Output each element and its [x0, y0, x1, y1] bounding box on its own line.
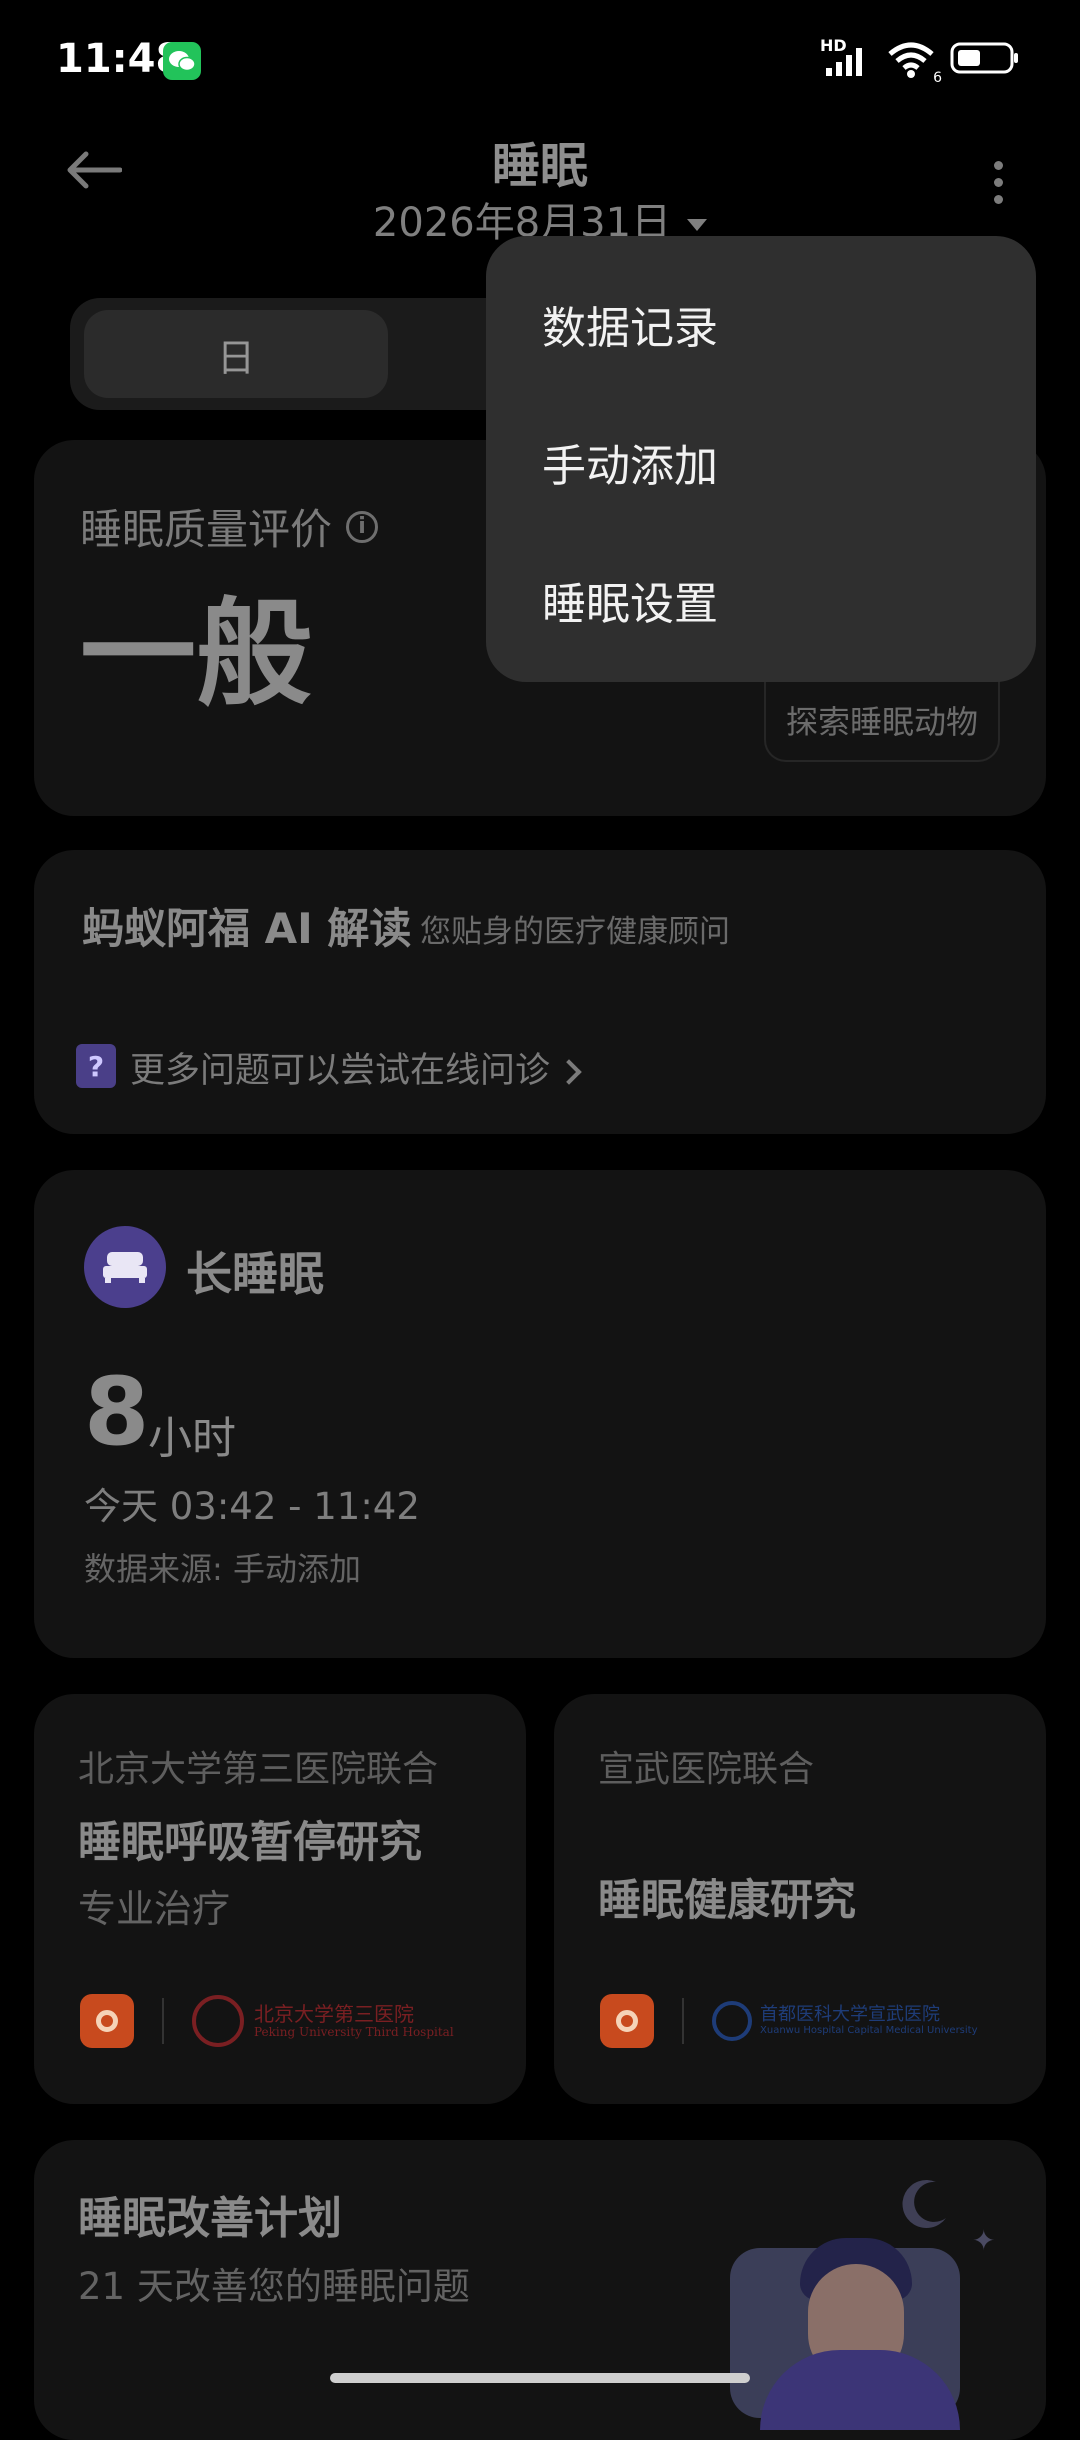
home-indicator[interactable] [330, 2373, 750, 2383]
info-icon[interactable]: i [346, 510, 379, 543]
hospital-seal-icon [192, 1995, 244, 2047]
health-study-logos: 首都医科大学宣武医院 Xuanwu Hospital Capital Medic… [600, 1994, 978, 2048]
health-study-title: 睡眠健康研究 [598, 1876, 856, 1926]
online-consult-label: 更多问题可以尝试在线问诊 [130, 1051, 551, 1091]
ai-subtitle: 您贴身的医疗健康顾问 [420, 914, 730, 950]
ai-title: 蚂蚁阿福 AI 解读 [82, 904, 412, 953]
sleep-quality-label: 睡眠质量评价 [80, 505, 333, 554]
wechat-notification-icon [163, 42, 201, 80]
sleep-hours-value: 8 [84, 1358, 150, 1467]
question-icon: ? [76, 1044, 116, 1088]
sparkle-icon: ✦ [972, 2224, 996, 2257]
page-title: 睡眠 [491, 138, 588, 194]
wifi-sub-label: 6 [933, 70, 942, 86]
xuanwu-logo-cn: 首都医科大学宣武医院 [760, 2004, 940, 2025]
apnea-study-institution: 北京大学第三医院联合 [78, 1749, 439, 1790]
more-dot-icon [993, 194, 1003, 204]
menu-item-sleep-settings[interactable]: 睡眠设置 [542, 568, 718, 632]
status-icons: HD 6 [820, 36, 1020, 86]
pku-logo-cn: 北京大学第三医院 [254, 2002, 414, 2026]
hospital-seal-icon [712, 2001, 752, 2041]
tab-day[interactable]: 日 [84, 310, 388, 398]
health-research-app-logo [80, 1994, 134, 2048]
apnea-study-title: 睡眠呼吸暂停研究 [78, 1818, 422, 1868]
moon-icon [896, 2176, 952, 2236]
logo-divider [682, 1998, 684, 2044]
sleep-hours-unit: 小时 [148, 1413, 236, 1464]
apnea-study-subtitle: 专业治疗 [78, 1887, 231, 1931]
peking-university-third-hospital-logo: 北京大学第三医院 Peking University Third Hospita… [192, 1995, 454, 2047]
health-research-app-logo [600, 1994, 654, 2048]
wifi-icon: 6 [886, 40, 942, 86]
sleep-plan-title: 睡眠改善计划 [78, 2193, 342, 2244]
pku-logo-en: Peking University Third Hospital [254, 2025, 454, 2039]
apnea-study-logos: 北京大学第三医院 Peking University Third Hospita… [80, 1994, 454, 2048]
online-consult-link[interactable]: 更多问题可以尝试在线问诊 [130, 1042, 582, 1093]
sleep-quality-label-row: 睡眠质量评价 i [80, 496, 379, 557]
menu-item-manual-add[interactable]: 手动添加 [542, 430, 718, 494]
more-options-button[interactable] [976, 160, 1020, 204]
long-sleep-title: 长睡眠 [186, 1247, 324, 1301]
xuanwu-logo-en: Xuanwu Hospital Capital Medical Universi… [760, 2025, 978, 2036]
logo-divider [162, 1998, 164, 2044]
explore-sleep-animal-button[interactable]: 探索睡眠动物 [764, 680, 1000, 762]
battery-icon [950, 41, 1020, 79]
data-source: 数据来源: 手动添加 [84, 1550, 361, 1588]
chevron-right-icon [556, 1059, 582, 1085]
menu-item-data-records[interactable]: 数据记录 [542, 292, 718, 356]
sleep-time-range: 今天 03:42 - 11:42 [84, 1485, 420, 1528]
sleep-quality-value: 一般 [80, 587, 312, 722]
bed-icon [84, 1226, 166, 1308]
more-dot-icon [993, 177, 1003, 187]
more-dot-icon [993, 160, 1003, 170]
caret-down-icon [687, 219, 708, 231]
health-study-institution: 宣武医院联合 [598, 1749, 815, 1790]
sleep-plan-subtitle: 21 天改善您的睡眠问题 [78, 2265, 470, 2308]
xuanwu-hospital-logo: 首都医科大学宣武医院 Xuanwu Hospital Capital Medic… [712, 2001, 978, 2041]
signal-icon: HD [820, 36, 872, 80]
